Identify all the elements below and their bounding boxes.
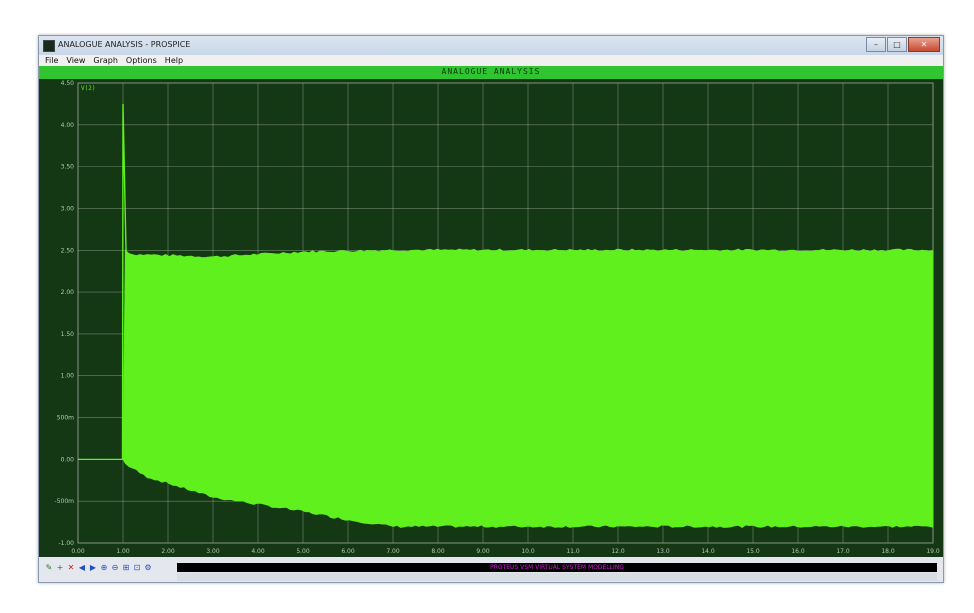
status-strip: PROTEUS VSM VIRTUAL SYSTEM MODELLING — [177, 563, 937, 572]
graph-area[interactable]: -1.00 -500m 0.00 500m 1.00 1.50 2.00 2.50 3.00 3.… — [39, 79, 943, 557]
zoom-full-icon[interactable]: ⊞ — [122, 564, 130, 572]
y-tick-label: -500m — [55, 498, 75, 505]
app-icon — [43, 40, 55, 52]
graph-edit-icon[interactable]: ✎ — [45, 564, 53, 572]
y-tick-label: 0.00 — [61, 456, 75, 463]
x-tick-label: 5.00 — [296, 548, 310, 555]
y-tick-label: 500m — [57, 415, 74, 422]
status-text: PROTEUS VSM VIRTUAL SYSTEM MODELLING — [490, 564, 624, 571]
graph-delete-icon[interactable]: ✕ — [67, 564, 75, 572]
graph-add-icon[interactable]: + — [56, 564, 64, 572]
analogue-chart[interactable]: -1.00 -500m 0.00 500m 1.00 1.50 2.00 2.50 3.00 3.… — [39, 79, 943, 557]
x-tick-label: 8.00 — [431, 548, 445, 555]
x-tick-label: 12.0 — [611, 548, 625, 555]
y-tick-label: 3.00 — [61, 205, 75, 212]
x-tick-label: 15.0 — [746, 548, 760, 555]
zoom-in-icon[interactable]: ⊕ — [100, 564, 108, 572]
window-controls: – □ ✕ — [865, 37, 940, 52]
y-tick-label: 3.50 — [61, 164, 75, 171]
zoom-out-icon[interactable]: ⊖ — [111, 564, 119, 572]
window-title: ANALOGUE ANALYSIS - PROSPICE — [58, 40, 191, 49]
x-tick-label: 9.00 — [476, 548, 490, 555]
x-tick-label: 17.0 — [836, 548, 850, 555]
menu-bar: File View Graph Options Help — [39, 55, 943, 66]
status-underline — [177, 573, 937, 581]
x-tick-label: 3.00 — [206, 548, 220, 555]
legend-label: V(2) — [81, 85, 95, 92]
x-tick-label: 7.00 — [386, 548, 400, 555]
x-tick-label: 4.00 — [251, 548, 265, 555]
menu-options[interactable]: Options — [122, 55, 161, 66]
trace-envelope — [122, 248, 934, 528]
x-tick-label: 1.00 — [116, 548, 130, 555]
y-tick-label: -1.00 — [58, 540, 74, 547]
menu-view[interactable]: View — [62, 55, 89, 66]
x-tick-label: 10.0 — [521, 548, 535, 555]
menu-file[interactable]: File — [39, 55, 62, 66]
status-bar: ✎ + ✕ ◀ ▶ ⊕ ⊖ ⊞ ⊡ ⚙ PROTEUS VSM VIRTUAL SYSTEM MO… — [39, 557, 943, 582]
prospice-window: ANALOGUE ANALYSIS - PROSPICE – □ ✕ File … — [38, 35, 944, 583]
x-tick-label: 6.00 — [341, 548, 355, 555]
x-tick-label: 0.00 — [71, 548, 85, 555]
y-tick-label: 2.50 — [61, 247, 75, 254]
y-tick-label: 1.00 — [61, 373, 75, 380]
scroll-right-icon[interactable]: ▶ — [89, 564, 97, 572]
x-tick-label: 11.0 — [566, 548, 580, 555]
y-tick-label: 2.00 — [61, 289, 75, 296]
x-tick-label: 14.0 — [701, 548, 715, 555]
graph-title: ANALOGUE ANALYSIS — [441, 67, 541, 76]
maximize-button[interactable]: □ — [887, 37, 907, 52]
title-bar[interactable]: ANALOGUE ANALYSIS - PROSPICE – □ ✕ — [39, 36, 943, 55]
x-tick-label: 16.0 — [791, 548, 805, 555]
x-tick-label: 18.0 — [881, 548, 895, 555]
close-button[interactable]: ✕ — [908, 37, 940, 52]
x-tick-label: 2.00 — [161, 548, 175, 555]
menu-help[interactable]: Help — [161, 55, 187, 66]
x-tick-label: 13.0 — [656, 548, 670, 555]
minimize-button[interactable]: – — [866, 37, 886, 52]
x-tick-label: 19.0 — [926, 548, 940, 555]
y-tick-label: 4.50 — [61, 80, 75, 87]
graph-settings-icon[interactable]: ⚙ — [144, 564, 152, 572]
zoom-area-icon[interactable]: ⊡ — [133, 564, 141, 572]
scroll-left-icon[interactable]: ◀ — [78, 564, 86, 572]
y-tick-label: 1.50 — [61, 331, 75, 338]
y-tick-label: 4.00 — [61, 122, 75, 129]
menu-graph[interactable]: Graph — [89, 55, 122, 66]
graph-header: ANALOGUE ANALYSIS — [39, 66, 943, 79]
